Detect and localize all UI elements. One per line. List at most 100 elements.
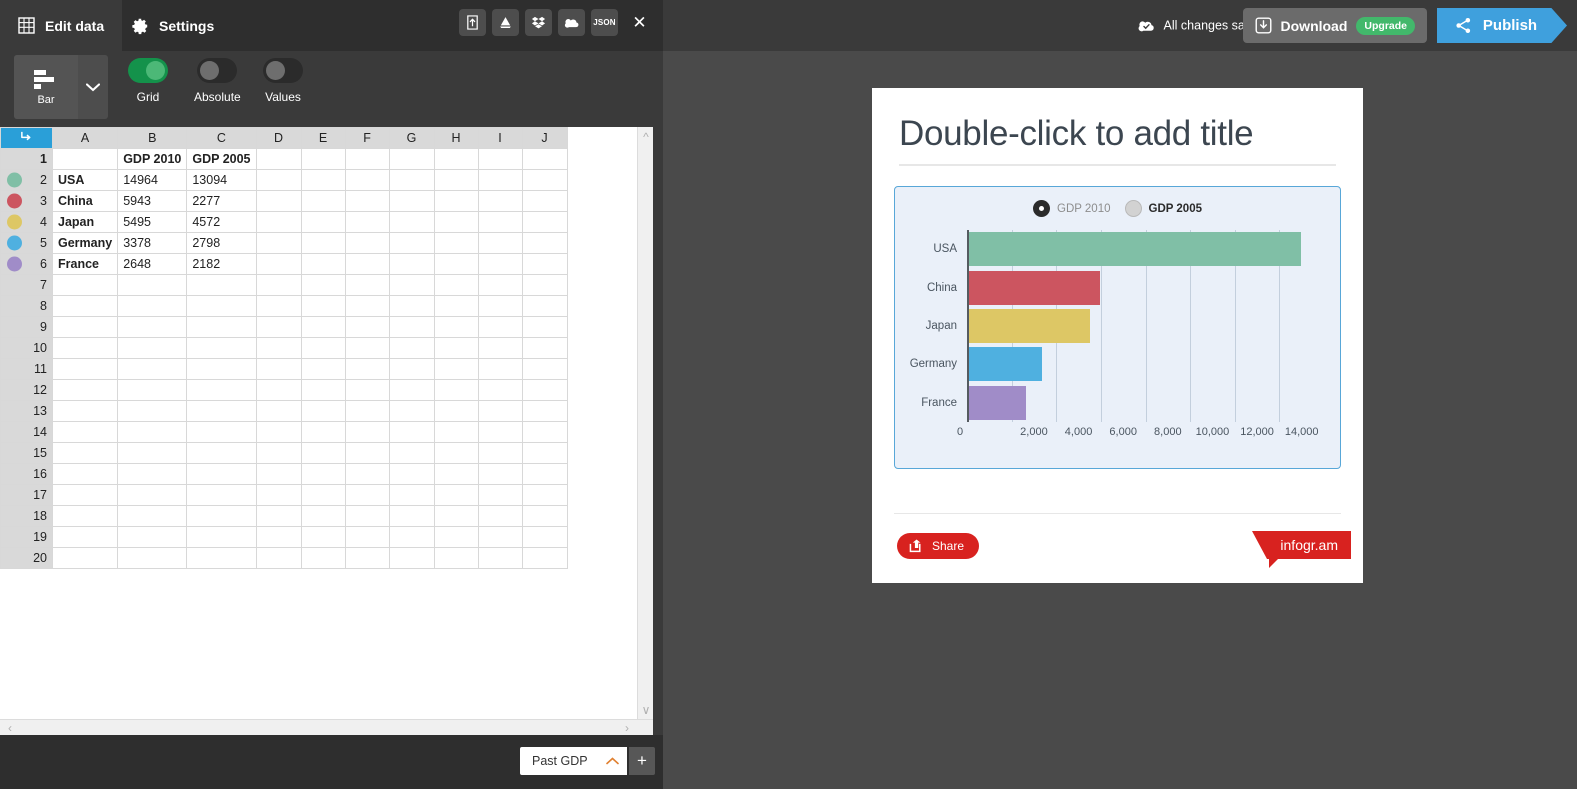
row-header-16[interactable]: 16 <box>0 463 53 485</box>
cell-A5[interactable]: Germany <box>51 232 119 254</box>
cell-D1[interactable] <box>255 148 302 170</box>
cell-H3[interactable] <box>433 190 479 212</box>
cell-C14[interactable] <box>186 421 257 443</box>
row-header-1[interactable]: 1 <box>0 148 53 170</box>
scroll-left-icon[interactable]: ‹ <box>2 720 18 736</box>
cell-B2[interactable]: 14964 <box>117 169 188 191</box>
add-sheet-button[interactable]: + <box>629 747 655 775</box>
cell-A16[interactable] <box>51 463 119 485</box>
cell-A2[interactable]: USA <box>51 169 119 191</box>
cell-J18[interactable] <box>521 505 568 527</box>
series-color-swatch[interactable] <box>7 193 22 209</box>
cell-H19[interactable] <box>433 526 479 548</box>
toggle-grid[interactable] <box>128 58 168 83</box>
cell-A10[interactable] <box>51 337 119 359</box>
cell-C8[interactable] <box>186 295 257 317</box>
cell-H18[interactable] <box>433 505 479 527</box>
cell-B18[interactable] <box>117 505 188 527</box>
cell-H20[interactable] <box>433 547 479 569</box>
cell-J10[interactable] <box>521 337 568 359</box>
cell-F5[interactable] <box>344 232 390 254</box>
cell-B1[interactable]: GDP 2010 <box>117 148 188 170</box>
cell-C4[interactable]: 4572 <box>186 211 257 233</box>
onedrive-icon[interactable] <box>558 9 585 36</box>
cell-B12[interactable] <box>117 379 188 401</box>
cell-J20[interactable] <box>521 547 568 569</box>
cell-J2[interactable] <box>521 169 568 191</box>
cell-H7[interactable] <box>433 274 479 296</box>
cell-I9[interactable] <box>477 316 523 338</box>
row-header-4[interactable]: 4 <box>0 211 53 233</box>
cell-G14[interactable] <box>388 421 435 443</box>
cell-J17[interactable] <box>521 484 568 506</box>
chart-type-selector[interactable]: Bar <box>14 55 108 119</box>
cell-H5[interactable] <box>433 232 479 254</box>
cell-A15[interactable] <box>51 442 119 464</box>
row-header-17[interactable]: 17 <box>0 484 53 506</box>
cell-C13[interactable] <box>186 400 257 422</box>
cell-D4[interactable] <box>255 211 302 233</box>
row-header-20[interactable]: 20 <box>0 547 53 569</box>
row-header-7[interactable]: 7 <box>0 274 53 296</box>
spreadsheet-scroll-area[interactable]: ABCDEFGHIJ 1 GDP 2010 GDP 2005 2 USA 14964 130… <box>0 127 637 720</box>
cell-D5[interactable] <box>255 232 302 254</box>
column-header-c[interactable]: C <box>186 127 257 149</box>
cell-B3[interactable]: 5943 <box>117 190 188 212</box>
cell-J13[interactable] <box>521 400 568 422</box>
cell-C15[interactable] <box>186 442 257 464</box>
cell-J3[interactable] <box>521 190 568 212</box>
cell-H8[interactable] <box>433 295 479 317</box>
cell-H10[interactable] <box>433 337 479 359</box>
cell-D10[interactable] <box>255 337 302 359</box>
cell-I7[interactable] <box>477 274 523 296</box>
cell-C1[interactable]: GDP 2005 <box>186 148 257 170</box>
cell-E15[interactable] <box>300 442 346 464</box>
cell-I12[interactable] <box>477 379 523 401</box>
column-header-f[interactable]: F <box>344 127 390 149</box>
upload-icon[interactable] <box>459 9 486 36</box>
series-color-swatch[interactable] <box>7 235 22 251</box>
column-header-j[interactable]: J <box>521 127 568 149</box>
cell-C18[interactable] <box>186 505 257 527</box>
chevron-down-icon[interactable] <box>78 55 108 119</box>
row-header-12[interactable]: 12 <box>0 379 53 401</box>
cell-A19[interactable] <box>51 526 119 548</box>
cell-H15[interactable] <box>433 442 479 464</box>
chevron-up-icon[interactable] <box>606 754 619 768</box>
cell-A8[interactable] <box>51 295 119 317</box>
scroll-down-icon[interactable]: ∨ <box>638 702 654 718</box>
cell-G1[interactable] <box>388 148 435 170</box>
cell-F10[interactable] <box>344 337 390 359</box>
cell-I2[interactable] <box>477 169 523 191</box>
infogram-brand-badge[interactable]: infogr.am <box>1252 531 1351 568</box>
cell-E10[interactable] <box>300 337 346 359</box>
cell-H6[interactable] <box>433 253 479 275</box>
cell-B8[interactable] <box>117 295 188 317</box>
cell-D6[interactable] <box>255 253 302 275</box>
row-header-19[interactable]: 19 <box>0 526 53 548</box>
cell-F1[interactable] <box>344 148 390 170</box>
cell-B14[interactable] <box>117 421 188 443</box>
row-header-14[interactable]: 14 <box>0 421 53 443</box>
cell-B5[interactable]: 3378 <box>117 232 188 254</box>
cell-B10[interactable] <box>117 337 188 359</box>
row-header-3[interactable]: 3 <box>0 190 53 212</box>
cell-H13[interactable] <box>433 400 479 422</box>
row-header-9[interactable]: 9 <box>0 316 53 338</box>
cell-D18[interactable] <box>255 505 302 527</box>
cell-F4[interactable] <box>344 211 390 233</box>
cell-J16[interactable] <box>521 463 568 485</box>
cell-B19[interactable] <box>117 526 188 548</box>
cell-B13[interactable] <box>117 400 188 422</box>
cell-I19[interactable] <box>477 526 523 548</box>
cell-F6[interactable] <box>344 253 390 275</box>
cell-A18[interactable] <box>51 505 119 527</box>
publish-button[interactable]: Publish <box>1437 8 1567 43</box>
series-color-swatch[interactable] <box>7 256 22 272</box>
cell-G18[interactable] <box>388 505 435 527</box>
cell-A14[interactable] <box>51 421 119 443</box>
cell-F2[interactable] <box>344 169 390 191</box>
cell-G19[interactable] <box>388 526 435 548</box>
cell-D2[interactable] <box>255 169 302 191</box>
cell-C19[interactable] <box>186 526 257 548</box>
